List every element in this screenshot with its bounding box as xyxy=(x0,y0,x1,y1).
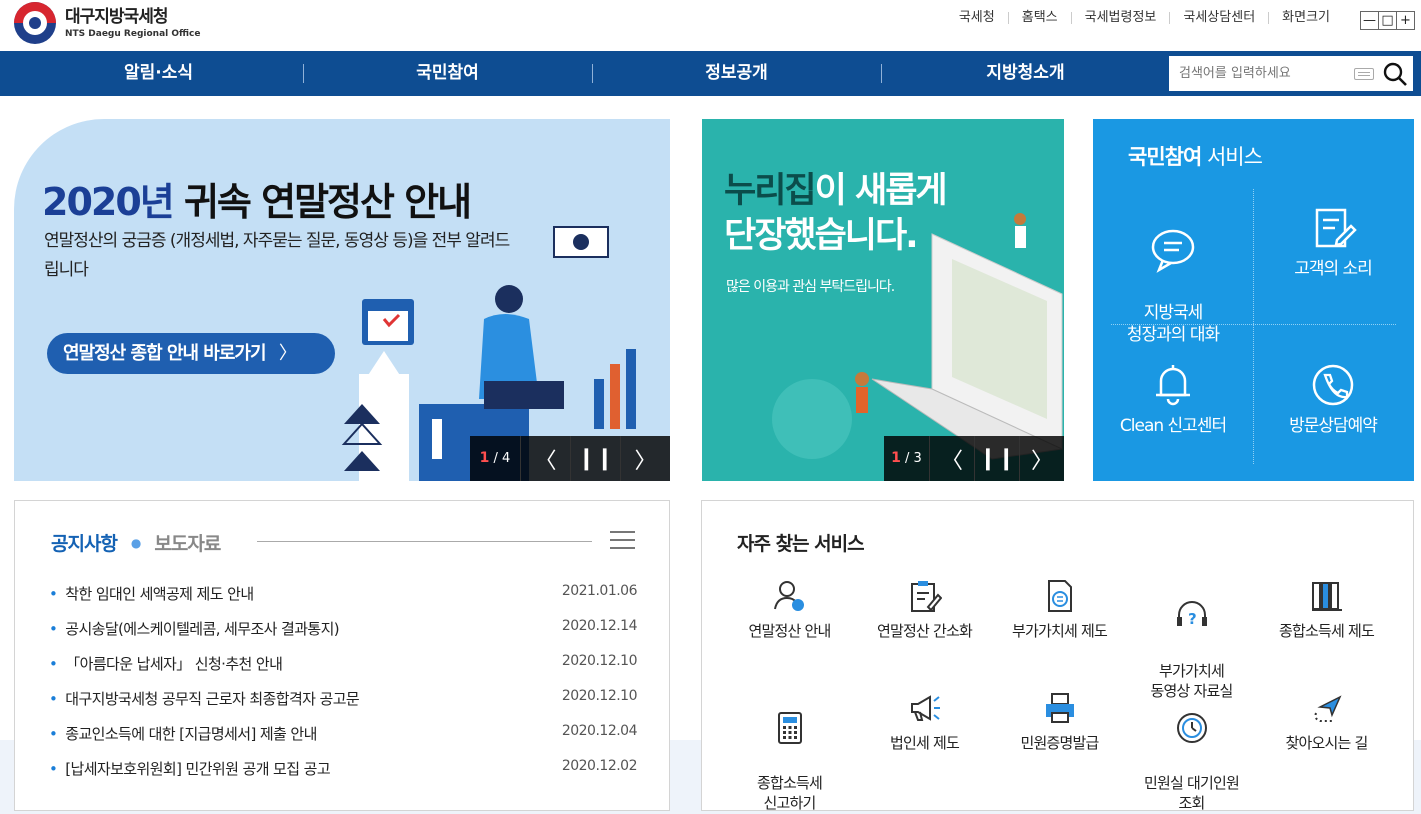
service-customer-voice[interactable]: 고객의 소리 xyxy=(1263,204,1403,280)
frequent-services-panel: 자주 찾는 서비스 연말정산 안내 연말정산 간소화 부가가치세 제도 ? 부가… xyxy=(701,500,1414,813)
main-banner[interactable]: 2020년 귀속 연말정산 안내 연말정산의 궁금증 (개정세법, 자주묻는 질… xyxy=(14,119,670,481)
service-visit-reservation[interactable]: 방문상담예약 xyxy=(1263,361,1403,437)
slide-counter: 1 / 3 xyxy=(891,450,922,466)
calculator-icon xyxy=(777,712,802,744)
list-item[interactable]: [납세자보호위원회] 민간위원 공개 모집 공고 2020.12.02 xyxy=(49,758,637,793)
zoom-controls: — □ + xyxy=(1360,11,1415,30)
person-heart-icon xyxy=(773,581,804,611)
tab-notice[interactable]: 공지사항 xyxy=(51,529,118,556)
util-screen-size-label: 화면크기 xyxy=(1268,11,1343,24)
notice-date: 2020.12.14 xyxy=(561,618,638,634)
bell-icon xyxy=(1156,365,1190,406)
notice-title[interactable]: 공시송달(에스케이텔레콤, 세무조사 결과통지) xyxy=(49,618,339,653)
list-item[interactable]: 공시송달(에스케이텔레콤, 세무조사 결과통지) 2020.12.14 xyxy=(49,618,637,653)
notice-title[interactable]: 착한 임대인 세액공제 제도 안내 xyxy=(49,583,254,618)
nav-item-participation[interactable]: 국민참여 xyxy=(303,51,592,96)
participation-title: 국민참여 서비스 xyxy=(1128,145,1263,169)
logo-title: 대구지방국세청 xyxy=(65,7,168,27)
notice-title[interactable]: 「아름다운 납세자」 신청·추천 안내 xyxy=(49,653,283,688)
util-link-consult[interactable]: 국세상담센터 xyxy=(1169,11,1268,24)
site-logo[interactable]: 대구지방국세청 NTS Daegu Regional Office xyxy=(14,2,201,44)
service-commissioner-talk[interactable]: 지방국세 청장과의 대화 xyxy=(1103,204,1243,346)
slide-counter: 1 / 4 xyxy=(479,450,511,466)
notice-panel: 공지사항 ● 보도자료 착한 임대인 세액공제 제도 안내 2021.01.06 … xyxy=(14,500,670,811)
notice-date: 2020.12.02 xyxy=(561,758,638,774)
laptop-illustration xyxy=(772,213,1064,460)
notice-date: 2020.12.10 xyxy=(561,653,638,669)
list-item[interactable]: 「아름다운 납세자」 신청·추천 안내 2020.12.10 xyxy=(49,653,637,688)
tab-press[interactable]: 보도자료 xyxy=(154,529,221,556)
notice-date: 2021.01.06 xyxy=(561,583,638,599)
search-box xyxy=(1169,56,1413,91)
document-coin-icon xyxy=(1047,580,1072,612)
nav-item-disclosure[interactable]: 정보공개 xyxy=(592,51,881,96)
service-income-tax-system[interactable]: 종합소득세 제도 xyxy=(1259,579,1394,641)
renewal-banner-controls: 1 / 3 〈 ❙❙ 〉 xyxy=(884,436,1064,481)
service-vat-system[interactable]: 부가가치세 제도 xyxy=(992,579,1127,641)
util-link-law[interactable]: 국세법령정보 xyxy=(1070,11,1170,24)
notice-title[interactable]: [납세자보호위원회] 민간위원 공개 모집 공고 xyxy=(49,758,330,793)
next-slide-button[interactable]: 〉 xyxy=(1019,436,1064,481)
speech-bubble-icon xyxy=(1151,229,1195,273)
main-banner-controls: 1 / 4 〈 ❙❙ 〉 xyxy=(470,436,670,481)
notice-title[interactable]: 종교인소득에 대한 [지급명세서] 제출 안내 xyxy=(49,723,317,758)
logo-subtitle: NTS Daegu Regional Office xyxy=(65,29,201,39)
zoom-out-button[interactable]: — xyxy=(1360,11,1379,30)
service-yearend-guide[interactable]: 연말정산 안내 xyxy=(722,579,857,641)
prev-slide-button[interactable]: 〈 xyxy=(520,436,570,481)
nav-item-news[interactable]: 알림·소식 xyxy=(14,51,303,96)
notice-date: 2020.12.10 xyxy=(561,688,638,704)
service-yearend-simple[interactable]: 연말정산 간소화 xyxy=(857,579,992,641)
pause-button[interactable]: ❙❙ xyxy=(974,436,1019,481)
clipboard-pen-icon xyxy=(910,581,942,612)
renewal-banner[interactable]: 누리집이 새롭게 단장했습니다. 많은 이용과 관심 부탁드립니다. 1 / 3 … xyxy=(702,119,1064,481)
phone-icon xyxy=(1312,364,1354,406)
prev-slide-button[interactable]: 〈 xyxy=(929,436,974,481)
service-waiting-count[interactable]: 민원실 대기인원 조회 xyxy=(1124,691,1259,813)
virtual-keyboard-icon[interactable] xyxy=(1354,68,1374,80)
clock-icon xyxy=(1176,713,1207,743)
notice-title[interactable]: 대구지방국세청 공무직 근로자 최종합격자 공고문 xyxy=(49,688,359,723)
nav-item-about[interactable]: 지방청소개 xyxy=(881,51,1170,96)
banner-illustration xyxy=(341,226,636,481)
notice-list: 착한 임대인 세액공제 제도 안내 2021.01.06 공시송달(에스케이텔레콤… xyxy=(49,583,637,793)
list-item[interactable]: 착한 임대인 세액공제 제도 안내 2021.01.06 xyxy=(49,583,637,618)
taegeuk-logo-icon xyxy=(14,2,56,44)
more-menu-icon[interactable] xyxy=(610,531,635,549)
pause-button[interactable]: ❙❙ xyxy=(570,436,620,481)
service-clean-report[interactable]: Clean 신고센터 xyxy=(1103,361,1243,437)
util-link-hometax[interactable]: 홈택스 xyxy=(1007,11,1071,24)
service-directions[interactable]: 찾아오시는 길 xyxy=(1259,691,1394,753)
megaphone-icon xyxy=(910,695,940,721)
main-nav: 알림·소식 국민참여 정보공개 지방청소개 xyxy=(0,51,1421,96)
top-bar: 대구지방국세청 NTS Daegu Regional Office 국세청 홈택… xyxy=(0,0,1421,51)
service-income-tax-file[interactable]: 종합소득세 신고하기 xyxy=(722,691,857,813)
binders-icon xyxy=(1311,582,1342,611)
tab-dot: ● xyxy=(130,535,142,550)
participation-panel: 국민참여 서비스 지방국세 청장과의 대화 고객의 소리 Clean 신고센터 xyxy=(1093,119,1414,481)
next-slide-button[interactable]: 〉 xyxy=(620,436,670,481)
search-input[interactable] xyxy=(1169,56,1339,91)
divider xyxy=(257,541,592,542)
util-link-nts[interactable]: 국세청 xyxy=(946,11,1008,24)
frequent-title: 자주 찾는 서비스 xyxy=(737,533,865,555)
divider xyxy=(1253,189,1254,464)
notice-tabs: 공지사항 ● 보도자료 xyxy=(51,529,221,556)
service-certificate-issue[interactable]: 민원증명발급 xyxy=(992,691,1127,753)
list-item[interactable]: 대구지방국세청 공무직 근로자 최종합격자 공고문 2020.12.10 xyxy=(49,688,637,723)
memo-pen-icon xyxy=(1315,208,1357,248)
service-vat-video[interactable]: ? 부가가치세 동영상 자료실 xyxy=(1124,579,1259,701)
notice-date: 2020.12.04 xyxy=(561,723,638,739)
help-headset-icon: ? xyxy=(1176,601,1207,628)
zoom-in-button[interactable]: + xyxy=(1396,11,1415,30)
utility-links: 국세청 홈택스 국세법령정보 국세상담센터 화면크기 xyxy=(946,11,1343,24)
svg-text:?: ? xyxy=(1188,610,1196,628)
service-corporate-tax[interactable]: 법인세 제도 xyxy=(857,691,992,753)
zoom-reset-button[interactable]: □ xyxy=(1378,11,1397,30)
printer-icon xyxy=(1045,693,1074,723)
list-item[interactable]: 종교인소득에 대한 [지급명세서] 제출 안내 2020.12.04 xyxy=(49,723,637,758)
search-icon[interactable] xyxy=(1382,61,1408,87)
location-arrow-icon xyxy=(1314,695,1342,722)
